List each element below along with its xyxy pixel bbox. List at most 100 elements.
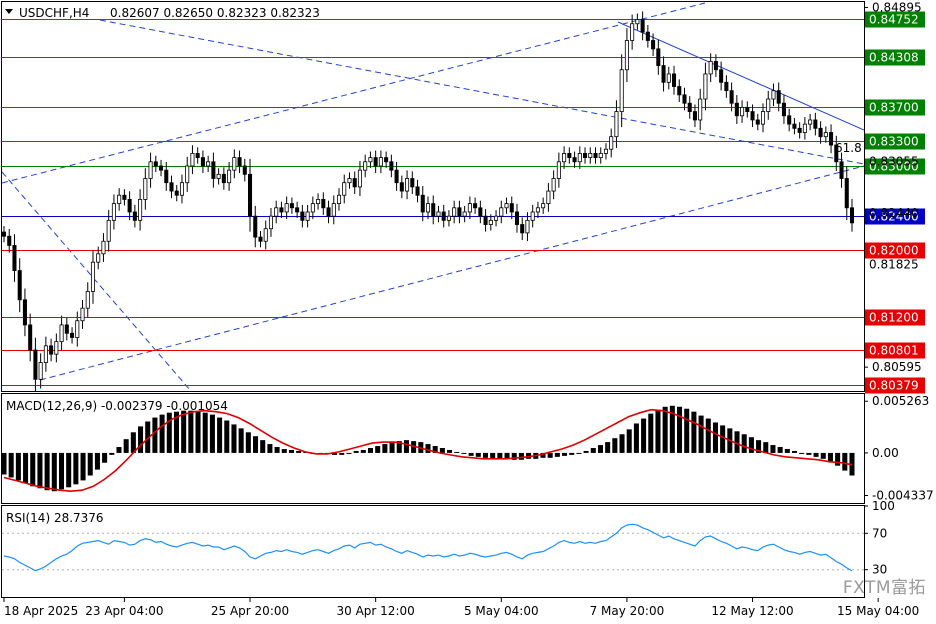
macd-histogram-bar bbox=[619, 434, 625, 453]
candle-bull bbox=[216, 173, 221, 179]
macd-histogram-bar bbox=[597, 445, 603, 453]
macd-histogram-bar bbox=[799, 452, 805, 454]
macd-histogram-bar bbox=[720, 425, 726, 453]
time-axis: 18 Apr 2025 23 Apr 04:00 25 Apr 20:00 30 Ap… bbox=[3, 598, 919, 618]
candle-bear bbox=[651, 40, 656, 50]
candle-bear bbox=[159, 165, 164, 171]
rsi-axis: 1007030 bbox=[864, 499, 895, 577]
candle-bear bbox=[514, 211, 520, 225]
level-price-label: 0.84752 bbox=[869, 13, 919, 27]
candle-bear bbox=[813, 119, 818, 129]
candle-bear bbox=[567, 153, 572, 159]
macd-histogram-bar bbox=[217, 417, 223, 453]
candle-bear bbox=[457, 207, 462, 217]
time-tick-label: 23 Apr 04:00 bbox=[85, 604, 163, 618]
candle-bear bbox=[384, 157, 389, 163]
macd-histogram-bar bbox=[425, 444, 431, 453]
macd-histogram-bar bbox=[698, 415, 704, 453]
time-tick-label: 18 Apr 2025 bbox=[4, 604, 78, 618]
macd-histogram-bar bbox=[44, 452, 50, 491]
macd-histogram-bar bbox=[691, 411, 697, 453]
candle-bull bbox=[535, 207, 540, 213]
candle-bull bbox=[619, 69, 624, 112]
candle-bull bbox=[274, 207, 279, 217]
candle-bear bbox=[677, 86, 682, 96]
candle-bear bbox=[7, 235, 12, 246]
macd-histogram-bar bbox=[274, 447, 280, 453]
candle-bull bbox=[227, 169, 232, 184]
candle-bear bbox=[745, 107, 750, 112]
chart-svg: 0.847520.843080.837000.833000.830000.824… bbox=[1, 0, 934, 618]
candle-bull bbox=[708, 60, 713, 75]
macd-histogram-bar bbox=[73, 452, 79, 485]
macd-histogram-bar bbox=[224, 420, 230, 453]
macd-histogram-bar bbox=[346, 452, 352, 454]
candle-bull bbox=[740, 107, 745, 117]
candle-bear bbox=[164, 169, 169, 184]
candle-bear bbox=[593, 153, 598, 159]
candle-bear bbox=[776, 90, 781, 104]
candle-bear bbox=[729, 90, 734, 104]
macd-histogram-bar bbox=[30, 452, 36, 487]
macd-histogram-bar bbox=[454, 451, 460, 453]
macd-histogram-bar bbox=[66, 452, 72, 488]
macd-histogram-bar bbox=[339, 452, 345, 455]
candle-bear bbox=[211, 161, 216, 179]
candle-bear bbox=[692, 111, 697, 121]
candle-bull bbox=[96, 253, 101, 263]
faded-price-label: 0.81825 bbox=[869, 257, 919, 271]
candle-bear bbox=[12, 245, 17, 271]
macd-histogram-bar bbox=[389, 442, 395, 453]
time-tick-label: 25 Apr 20:00 bbox=[211, 604, 289, 618]
macd-histogram-bar bbox=[195, 411, 201, 453]
macd-histogram-bar bbox=[648, 413, 654, 453]
macd-histogram-bar bbox=[159, 414, 165, 453]
candle-bull bbox=[823, 132, 828, 138]
candle-bear bbox=[253, 215, 258, 238]
level-price-label: 0.80379 bbox=[869, 379, 919, 393]
candle-bear bbox=[153, 161, 158, 167]
macd-histogram-bar bbox=[791, 450, 798, 453]
candle-bull bbox=[556, 161, 561, 179]
candle-bull bbox=[232, 157, 237, 171]
macd-histogram-bar bbox=[770, 445, 776, 453]
candle-bull bbox=[305, 211, 310, 221]
time-tick-label: 15 May 04:00 bbox=[837, 604, 919, 618]
level-price-label: 0.82000 bbox=[869, 244, 919, 258]
candle-bear bbox=[713, 60, 718, 71]
macd-histogram-bar bbox=[231, 424, 237, 453]
rsi-label: RSI(14) 28.7376 bbox=[6, 511, 104, 525]
macd-histogram-bar bbox=[626, 429, 632, 453]
candle-bull bbox=[405, 178, 410, 192]
candle-bull bbox=[666, 73, 671, 83]
candle-bull bbox=[75, 320, 80, 338]
candle-bear bbox=[661, 65, 666, 83]
candle-bull bbox=[111, 203, 116, 221]
candle-bull bbox=[494, 215, 499, 221]
candle-bull bbox=[316, 199, 321, 205]
macd-histogram-bar bbox=[37, 452, 43, 489]
macd-tick-label: 0.00 bbox=[872, 446, 899, 460]
candle-bull bbox=[263, 228, 268, 242]
candle-bear bbox=[583, 153, 588, 159]
macd-histogram-bar bbox=[554, 452, 560, 457]
candle-bull bbox=[467, 203, 472, 213]
price-tick-label: 0.80595 bbox=[872, 360, 922, 374]
macd-histogram-bar bbox=[202, 412, 208, 453]
level-price-label: 0.81200 bbox=[869, 311, 919, 325]
macd-histogram-bar bbox=[576, 452, 582, 454]
macd-histogram-bar bbox=[296, 450, 302, 453]
candle-bull bbox=[577, 153, 582, 163]
candle-bear bbox=[195, 153, 200, 159]
candle-bear bbox=[373, 157, 378, 167]
candle-bull bbox=[138, 199, 143, 221]
candle-bull bbox=[635, 19, 640, 25]
macd-histogram-bar bbox=[677, 406, 683, 453]
candle-bull bbox=[284, 203, 289, 213]
level-price-label: 0.83700 bbox=[869, 101, 919, 115]
macd-histogram-bar bbox=[655, 409, 661, 453]
candle-bull bbox=[190, 153, 195, 167]
macd-histogram-bar bbox=[684, 408, 690, 453]
candle-bull bbox=[347, 178, 352, 184]
macd-histogram-bar bbox=[777, 447, 783, 453]
